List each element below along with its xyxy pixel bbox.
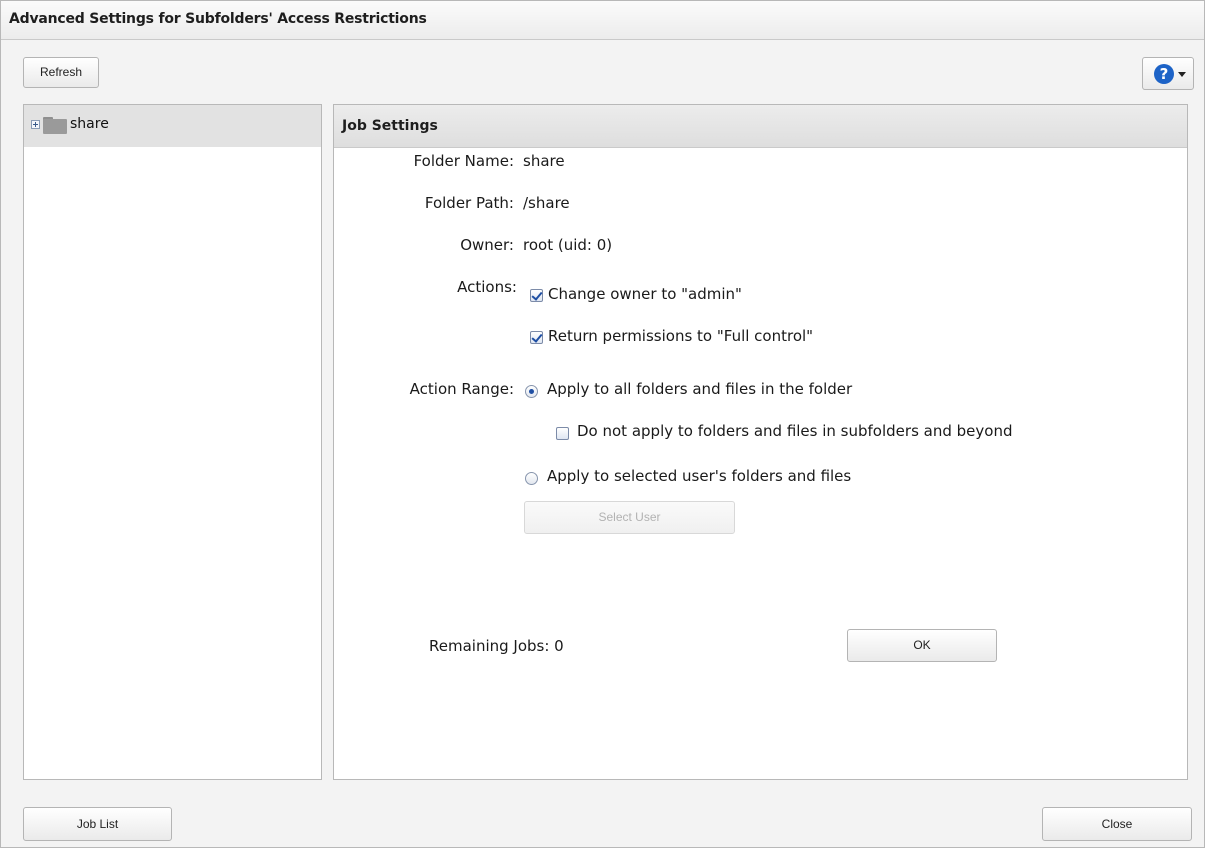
dialog-titlebar: Advanced Settings for Subfolders' Access… [1, 1, 1204, 40]
apply-selected-user-radio[interactable] [525, 472, 538, 485]
apply-selected-user-label: Apply to selected user's folders and fil… [547, 467, 852, 485]
job-settings-panel: Job Settings Folder Name: share Folder P… [333, 104, 1188, 780]
refresh-button[interactable]: Refresh [23, 57, 99, 88]
folder-path-label: Folder Path: [424, 194, 514, 212]
no-subfolders-checkbox[interactable] [556, 427, 569, 440]
job-settings-header: Job Settings [334, 105, 1187, 148]
apply-all-label: Apply to all folders and files in the fo… [547, 380, 853, 398]
access-restrictions-dialog: Advanced Settings for Subfolders' Access… [0, 0, 1205, 848]
folder-name-value: share [523, 152, 565, 170]
action-range-label: Action Range: [409, 380, 514, 398]
select-user-button[interactable]: Select User [524, 501, 735, 534]
apply-all-radio[interactable] [525, 385, 538, 398]
folder-icon [43, 117, 67, 134]
folder-tree: share [23, 104, 322, 780]
change-owner-checkbox[interactable] [530, 289, 543, 302]
question-mark-icon: ? [1154, 64, 1174, 84]
job-list-button[interactable]: Job List [23, 807, 172, 841]
folder-name-label: Folder Name: [413, 152, 514, 170]
chevron-down-icon [1178, 72, 1186, 77]
dialog-title: Advanced Settings for Subfolders' Access… [9, 11, 427, 27]
remaining-jobs-text: Remaining Jobs: 0 [429, 637, 564, 655]
return-permissions-label: Return permissions to "Full control" [548, 327, 814, 345]
folder-path-value: /share [523, 194, 570, 212]
tree-item-label: share [70, 116, 109, 132]
job-settings-title: Job Settings [342, 118, 438, 134]
actions-label: Actions: [457, 278, 517, 296]
ok-button[interactable]: OK [847, 629, 997, 662]
expand-plus-icon[interactable] [31, 120, 40, 129]
no-subfolders-label: Do not apply to folders and files in sub… [577, 422, 1013, 440]
return-permissions-checkbox[interactable] [530, 331, 543, 344]
change-owner-label: Change owner to "admin" [548, 285, 742, 303]
owner-value: root (uid: 0) [523, 236, 613, 254]
owner-label: Owner: [460, 236, 514, 254]
tree-item-share[interactable]: share [24, 105, 321, 147]
help-menu-button[interactable]: ? [1142, 57, 1194, 90]
close-button[interactable]: Close [1042, 807, 1192, 841]
